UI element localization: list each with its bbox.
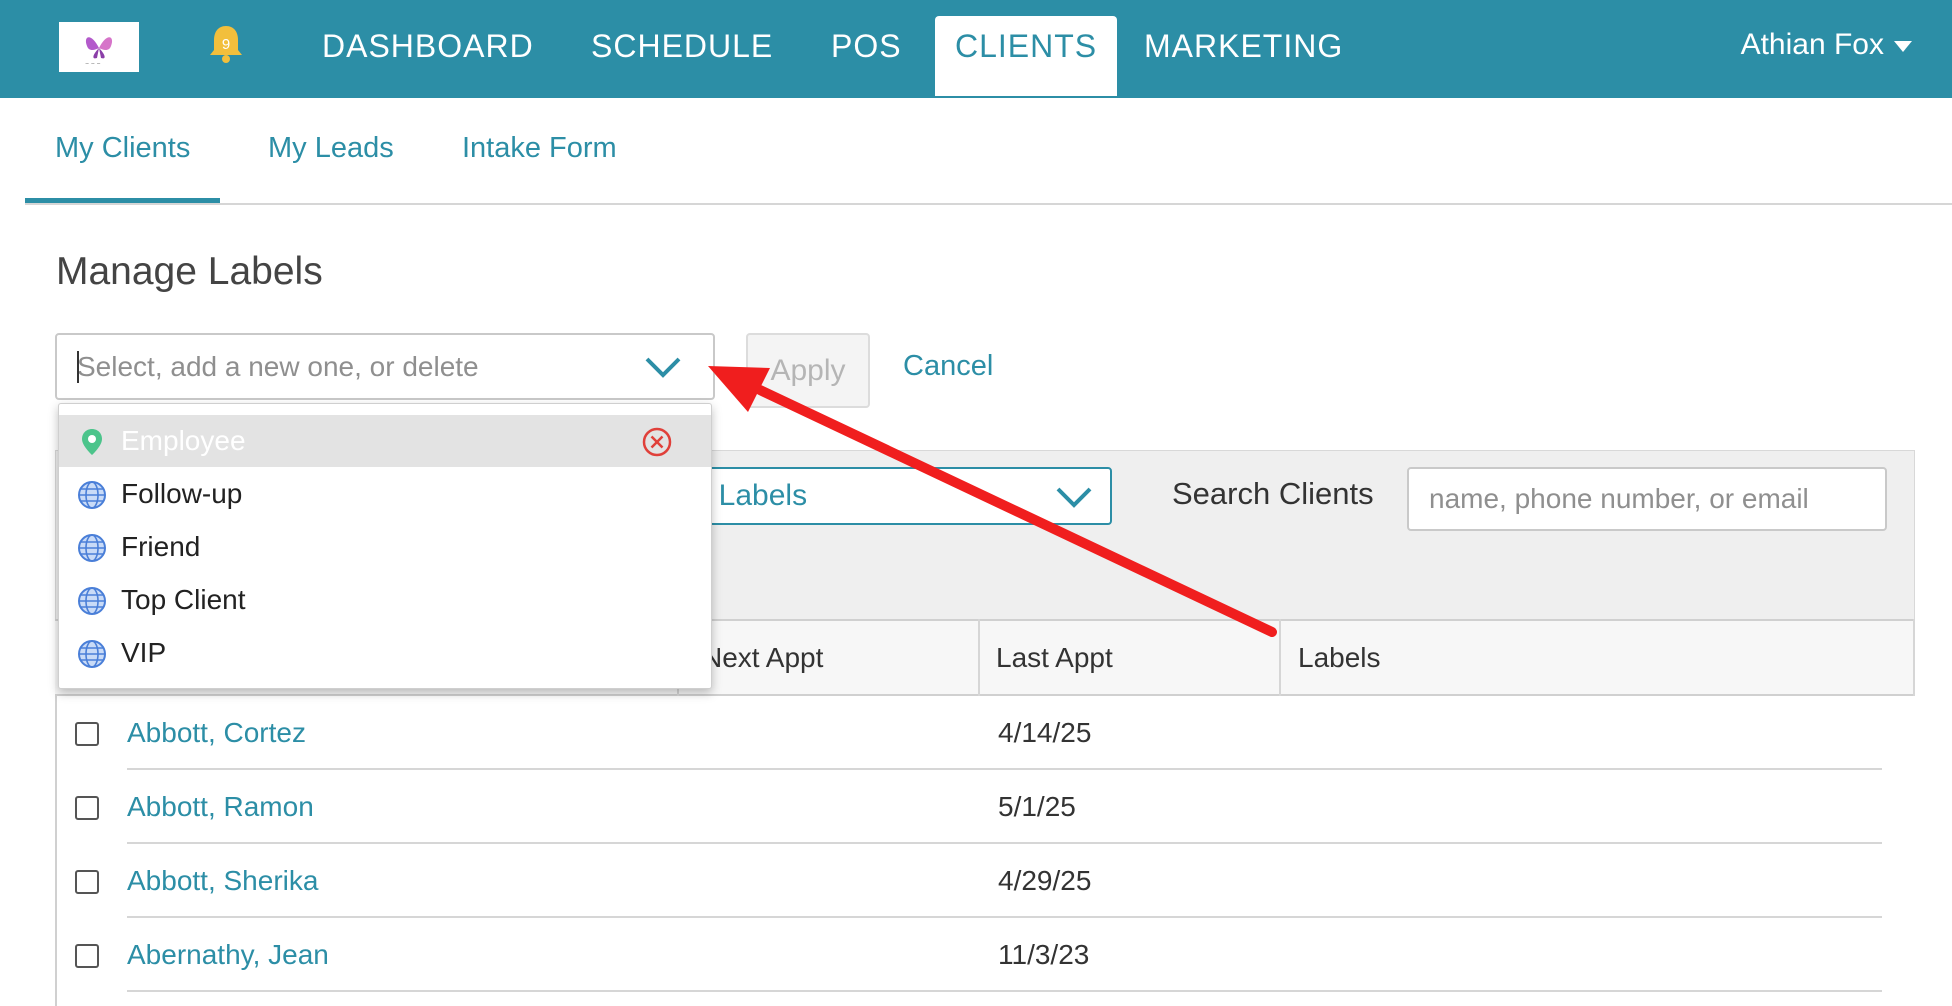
client-name-link[interactable]: Abbott, Cortez — [127, 696, 306, 770]
label-dropdown-menu: Employee Follow-up Friend Top Client VIP — [58, 403, 712, 689]
table-row: Abbott, Sherika 4/29/25 — [57, 844, 1917, 918]
clients-subtabs: My Clients My Leads Intake Form — [25, 98, 1952, 205]
notification-count: 9 — [222, 36, 230, 53]
tab-my-clients[interactable]: My Clients — [25, 98, 221, 203]
globe-icon — [78, 481, 106, 509]
nav-schedule[interactable]: SCHEDULE — [591, 0, 773, 96]
globe-icon — [78, 534, 106, 562]
label-option-follow-up[interactable]: Follow-up — [59, 468, 711, 520]
nav-dashboard[interactable]: DASHBOARD — [322, 0, 534, 96]
table-row: Abernathy, Jean 11/3/23 — [57, 918, 1917, 992]
row-checkbox[interactable] — [75, 870, 99, 894]
header-last-appt[interactable]: Last Appt — [996, 621, 1113, 694]
client-name-link[interactable]: Abbott, Sherika — [127, 844, 318, 918]
notification-bell-icon[interactable]: 9 — [208, 24, 244, 64]
user-name: Athian Fox — [1740, 28, 1884, 61]
table-row: Abbott, Ramon 5/1/25 — [57, 770, 1917, 844]
apply-button[interactable]: Apply — [746, 333, 870, 408]
text-cursor — [77, 351, 79, 383]
cancel-link[interactable]: Cancel — [903, 350, 993, 383]
label-select-input[interactable]: Select, add a new one, or delete — [55, 333, 715, 400]
search-clients-label: Search Clients — [1172, 476, 1374, 511]
last-appt-cell: 4/29/25 — [998, 865, 1092, 896]
page-title: Manage Labels — [56, 250, 323, 293]
tab-my-leads[interactable]: My Leads — [268, 98, 394, 203]
label-option-text: Friend — [121, 531, 201, 562]
label-select-placeholder: Select, add a new one, or delete — [77, 351, 479, 382]
row-checkbox[interactable] — [75, 796, 99, 820]
last-appt-cell: 5/1/25 — [998, 791, 1076, 822]
header-next-appt[interactable]: Next Appt — [702, 621, 823, 694]
last-appt-cell: 4/14/25 — [998, 717, 1092, 748]
logo[interactable]: ~ ~ ~ — [59, 22, 139, 72]
nav-clients[interactable]: CLIENTS — [935, 16, 1118, 96]
filter-labels-select[interactable]: ct Labels — [645, 467, 1112, 525]
top-navbar: ~ ~ ~ 9 DASHBOARD SCHEDULE POS CLIENTS M… — [0, 0, 1952, 98]
page: ~ ~ ~ 9 DASHBOARD SCHEDULE POS CLIENTS M… — [0, 0, 1952, 1006]
column-divider — [1913, 619, 1915, 696]
label-option-text: Follow-up — [121, 478, 243, 509]
chevron-down-icon[interactable] — [643, 351, 683, 383]
row-checkbox[interactable] — [75, 722, 99, 746]
label-option-text: Top Client — [121, 584, 246, 615]
header-labels[interactable]: Labels — [1298, 621, 1381, 694]
globe-icon — [78, 587, 106, 615]
row-checkbox[interactable] — [75, 944, 99, 968]
client-name-link[interactable]: Abernathy, Jean — [127, 918, 329, 992]
label-option-employee[interactable]: Employee — [59, 415, 711, 467]
label-option-text: Employee — [121, 425, 246, 456]
label-option-text: VIP — [121, 637, 167, 668]
user-menu[interactable]: Athian Fox — [1741, 0, 1912, 90]
client-name-link[interactable]: Abbott, Ramon — [127, 770, 314, 844]
nav-pos[interactable]: POS — [831, 0, 902, 96]
nav-marketing[interactable]: MARKETING — [1144, 0, 1343, 96]
label-option-top-client[interactable]: Top Client — [59, 574, 711, 626]
delete-circle-icon[interactable] — [641, 426, 673, 458]
globe-icon — [78, 640, 106, 668]
butterfly-logo-icon: ~ ~ ~ — [85, 37, 113, 66]
row-divider — [127, 990, 1882, 992]
caret-down-icon — [1894, 40, 1912, 52]
chevron-down-icon — [1056, 487, 1092, 508]
label-option-friend[interactable]: Friend — [59, 521, 711, 573]
location-pin-icon — [82, 429, 102, 455]
table-row: Abbott, Cortez 4/14/25 — [57, 696, 1917, 770]
label-option-vip[interactable]: VIP — [59, 627, 711, 679]
clients-table: Abbott, Cortez 4/14/25 Abbott, Ramon 5/1… — [55, 696, 1915, 1006]
svg-text:~ ~ ~: ~ ~ ~ — [85, 61, 101, 66]
search-clients-input[interactable] — [1407, 467, 1887, 531]
last-appt-cell: 11/3/23 — [998, 939, 1090, 970]
tab-intake-form[interactable]: Intake Form — [462, 98, 617, 203]
